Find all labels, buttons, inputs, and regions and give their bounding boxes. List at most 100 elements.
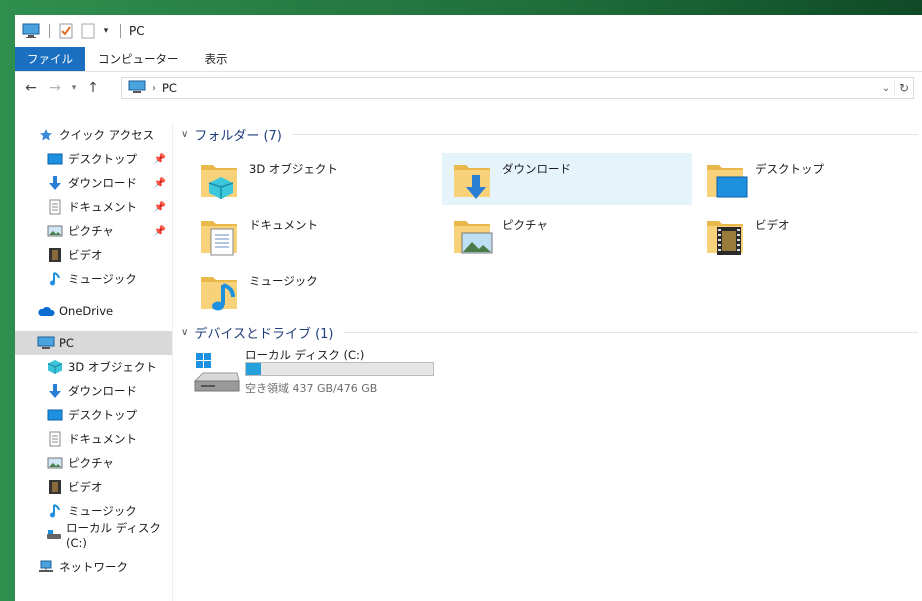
sidebar-item-pc-desktop[interactable]: デスクトップ: [15, 403, 172, 427]
title-separator: [49, 24, 50, 38]
sidebar-item-label: ローカル ディスク (C:): [66, 521, 161, 550]
sidebar-item-label: ネットワーク: [59, 560, 128, 574]
tab-view[interactable]: 表示: [192, 47, 241, 71]
music-folder-icon: [201, 277, 237, 311]
3d-object-folder-icon: [201, 165, 237, 199]
folder-tile-music[interactable]: ミュージック: [189, 265, 439, 317]
picture-icon: [46, 222, 64, 240]
collapse-chevron-icon[interactable]: ∨: [181, 327, 188, 338]
back-arrow-icon[interactable]: ←: [19, 76, 43, 100]
address-bar[interactable]: › PC ⌄ ↻: [121, 77, 914, 99]
sidebar-item-label: ビデオ: [68, 248, 103, 262]
sidebar-item-label: PC: [59, 336, 74, 350]
ribbon-tabs: ファイル コンピューター 表示: [15, 47, 922, 72]
video-folder-icon: [707, 221, 743, 255]
sidebar-item-pc-videos[interactable]: ビデオ: [15, 475, 172, 499]
3d-object-icon: [46, 358, 64, 376]
cloud-icon: [37, 302, 55, 320]
sidebar-item-quick-access[interactable]: クイック アクセス: [15, 123, 172, 147]
sidebar-item-downloads[interactable]: ダウンロード 📌: [15, 171, 172, 195]
drive-usage-fill: [246, 363, 262, 375]
folder-tile-pictures[interactable]: ピクチャ: [442, 209, 692, 261]
sidebar-item-label: ビデオ: [68, 480, 103, 494]
sidebar-item-network[interactable]: ネットワーク: [15, 555, 172, 579]
title-bar: ▾ PC: [15, 15, 922, 47]
breadcrumb-chevron-icon[interactable]: ›: [152, 83, 156, 94]
local-disk-icon: [193, 353, 240, 392]
sidebar-item-label: ピクチャ: [68, 456, 114, 470]
sidebar-item-desktop[interactable]: デスクトップ 📌: [15, 147, 172, 171]
breadcrumb-pc[interactable]: PC: [162, 81, 177, 95]
star-icon: [37, 126, 55, 144]
sidebar-item-label: ダウンロード: [68, 176, 137, 190]
sidebar-item-pc-pictures[interactable]: ピクチャ: [15, 451, 172, 475]
customize-quick-access-icon[interactable]: ▾: [100, 21, 112, 41]
sidebar-item-pictures[interactable]: ピクチャ 📌: [15, 219, 172, 243]
folder-label: ビデオ: [755, 218, 790, 232]
download-icon: [46, 174, 64, 192]
sidebar-item-onedrive[interactable]: OneDrive: [15, 299, 172, 323]
new-folder-icon[interactable]: [78, 21, 98, 41]
local-disk-icon: [46, 526, 62, 544]
sidebar-item-pc-documents[interactable]: ドキュメント: [15, 427, 172, 451]
folder-tiles: 3D オブジェクト ダウンロード デスクトップ ドキュメント ピクチャ ビデオ …: [173, 145, 922, 321]
pin-icon[interactable]: 📌: [154, 154, 166, 165]
folder-label: 3D オブジェクト: [249, 162, 338, 176]
drive-name: ローカル ディスク (C:): [245, 348, 365, 362]
desktop-icon: [46, 150, 64, 168]
sidebar-item-label: クイック アクセス: [59, 128, 155, 142]
music-icon: [46, 502, 64, 520]
content-pane: ∨ フォルダー (7) 3D オブジェクト ダウンロード デスクトップ ドキュメ…: [173, 123, 922, 601]
sidebar-item-music[interactable]: ミュージック: [15, 267, 172, 291]
video-icon: [46, 246, 64, 264]
group-divider: [291, 133, 918, 135]
up-arrow-icon[interactable]: ↑: [81, 76, 105, 100]
document-icon: [46, 198, 64, 216]
folder-tile-documents[interactable]: ドキュメント: [189, 209, 439, 261]
drive-usage-bar: [245, 362, 434, 376]
sidebar-item-pc[interactable]: PC: [15, 331, 172, 355]
properties-icon[interactable]: [56, 21, 76, 41]
forward-arrow-icon[interactable]: →: [43, 76, 67, 100]
sidebar-item-3d-objects[interactable]: 3D オブジェクト: [15, 355, 172, 379]
refresh-icon[interactable]: ↻: [894, 81, 913, 95]
recent-locations-chevron-icon[interactable]: ▾: [67, 76, 81, 100]
devices-group-header[interactable]: ∨ デバイスとドライブ (1): [173, 321, 922, 343]
sidebar-item-label: ミュージック: [68, 272, 137, 286]
pin-icon[interactable]: 📌: [154, 226, 166, 237]
folder-tile-downloads[interactable]: ダウンロード: [442, 153, 692, 205]
tab-file[interactable]: ファイル: [15, 47, 85, 71]
network-icon: [37, 558, 55, 576]
folder-label: ピクチャ: [502, 218, 548, 232]
sidebar-item-label: ダウンロード: [68, 384, 137, 398]
sidebar-item-label: ミュージック: [68, 504, 137, 518]
document-folder-icon: [201, 221, 237, 256]
picture-folder-icon: [454, 221, 493, 254]
sidebar-item-local-disk[interactable]: ローカル ディスク (C:): [15, 521, 172, 550]
folders-group-header[interactable]: ∨ フォルダー (7): [173, 123, 922, 145]
folder-label: ダウンロード: [502, 162, 571, 176]
collapse-chevron-icon[interactable]: ∨: [181, 129, 188, 140]
sidebar-item-label: ドキュメント: [68, 200, 137, 214]
tab-computer[interactable]: コンピューター: [85, 47, 192, 71]
pin-icon[interactable]: 📌: [154, 178, 166, 189]
drive-tile-local-disk[interactable]: ローカル ディスク (C:) 空き領域 437 GB/476 GB: [193, 347, 453, 397]
sidebar-item-videos[interactable]: ビデオ: [15, 243, 172, 267]
title-separator-2: [120, 24, 121, 38]
group-divider: [343, 331, 918, 333]
address-dropdown-icon[interactable]: ⌄: [878, 83, 894, 94]
sidebar-item-label: デスクトップ: [68, 152, 137, 166]
pc-icon[interactable]: [21, 21, 41, 41]
sidebar-item-documents[interactable]: ドキュメント 📌: [15, 195, 172, 219]
sidebar-item-pc-downloads[interactable]: ダウンロード: [15, 379, 172, 403]
sidebar-item-label: ドキュメント: [68, 432, 137, 446]
picture-icon: [46, 454, 64, 472]
sidebar-item-label: ピクチャ: [68, 224, 114, 238]
folder-tile-3d-objects[interactable]: 3D オブジェクト: [189, 153, 439, 205]
pin-icon[interactable]: 📌: [154, 202, 166, 213]
folder-tile-desktop[interactable]: デスクトップ: [695, 153, 922, 205]
explorer-window: ▾ PC ファイル コンピューター 表示 ← → ▾ ↑ › PC ⌄ ↻ クイ…: [15, 15, 922, 601]
sidebar-item-label: OneDrive: [59, 304, 114, 318]
sidebar-item-label: 3D オブジェクト: [68, 360, 157, 374]
folder-tile-videos[interactable]: ビデオ: [695, 209, 922, 261]
